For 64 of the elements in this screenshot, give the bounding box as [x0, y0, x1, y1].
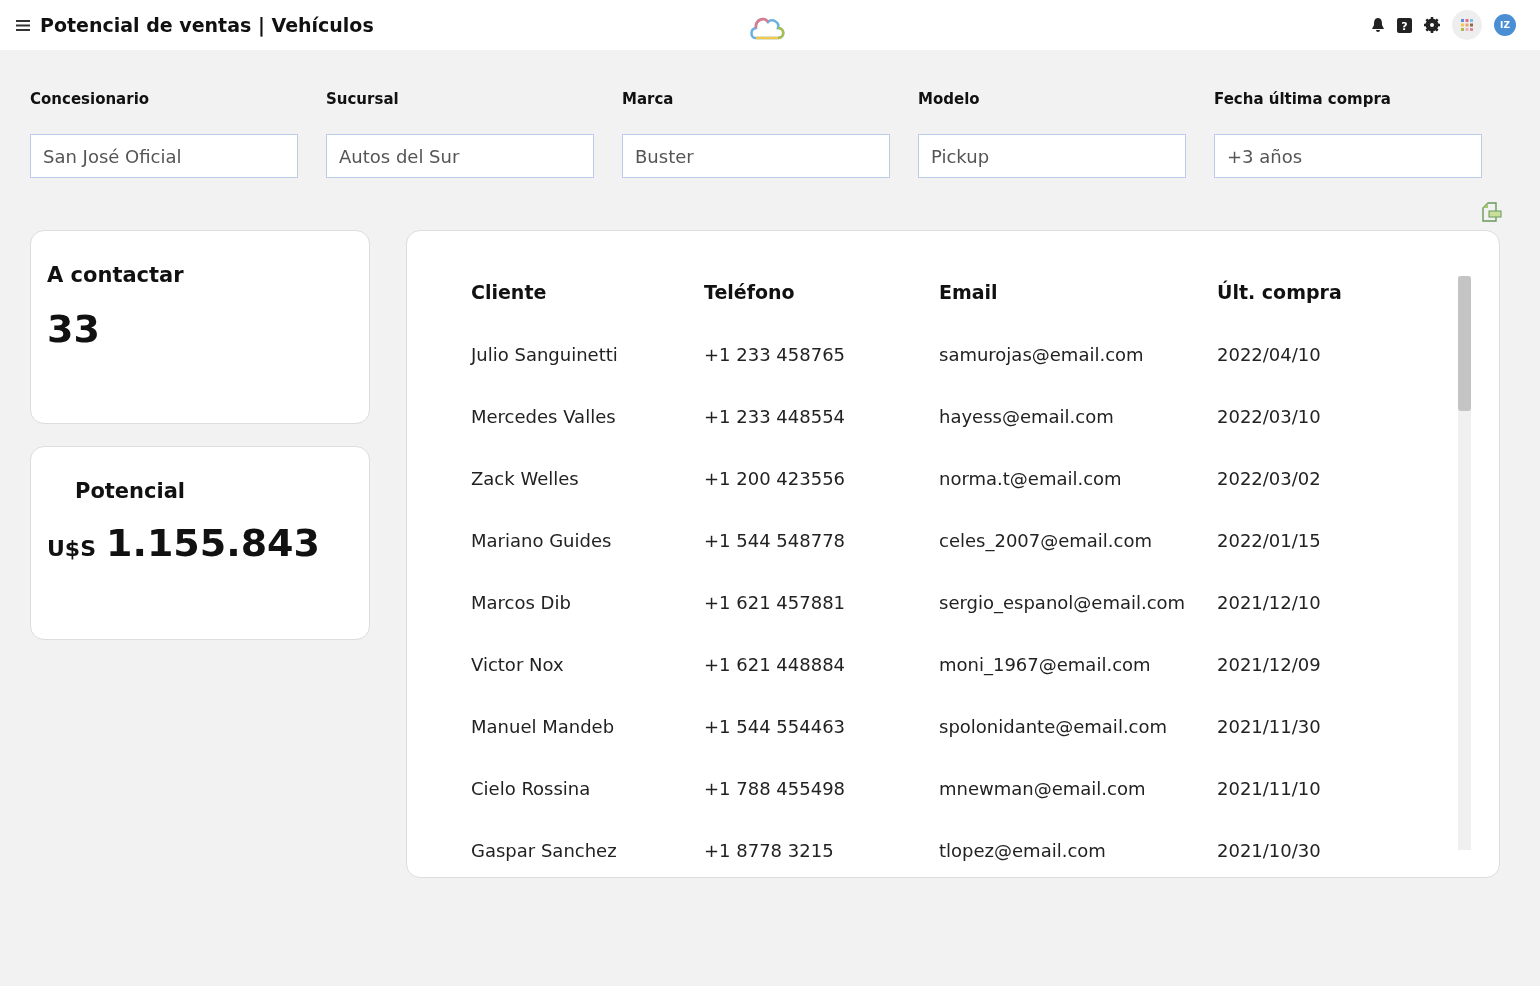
apps-grid-icon[interactable] — [1461, 19, 1473, 31]
page-title: Potencial de ventas | Vehículos — [40, 14, 374, 36]
filter-label: Concesionario — [30, 90, 151, 108]
table-cell-text: samurojas@email.com — [939, 343, 1145, 365]
column-header: Teléfono — [704, 281, 796, 303]
table-cell-text: hayess@email.com — [939, 405, 1115, 427]
table-cell-text: tlopez@email.com — [939, 839, 1107, 861]
card-value: 1.155.843 — [106, 521, 320, 565]
table-cell-text: +1 788 455498 — [704, 777, 847, 799]
filter-label: Fecha última compra — [1214, 90, 1392, 108]
table-cell-text: +1 233 448554 — [704, 405, 847, 427]
filter-label: Marca — [622, 90, 675, 108]
table-cell-text: 2022/03/10 — [1217, 405, 1322, 427]
table-cell-text: Mariano Guides — [471, 529, 613, 551]
table-cell-text: 2022/01/15 — [1217, 529, 1322, 551]
table-cell-text: Zack Welles — [471, 467, 580, 489]
filter-field[interactable]: +3 años — [1214, 134, 1482, 178]
card-title: A contactar — [47, 263, 184, 287]
filter-field[interactable]: Autos del Sur — [326, 134, 594, 178]
table-cell-text: Julio Sanguinetti — [471, 343, 619, 365]
table-cell-text: +1 8778 3215 — [704, 839, 835, 861]
table-cell-text: 2021/12/09 — [1217, 653, 1322, 675]
table-cell-text: Gaspar Sanchez — [471, 839, 618, 861]
table-cell-text: +1 544 548778 — [704, 529, 847, 551]
scrollbar[interactable] — [1458, 276, 1471, 850]
spreadsheet-export-icon[interactable] — [1482, 202, 1502, 222]
column-header: Cliente — [471, 281, 548, 303]
table-cell-text: +1 544 554463 — [704, 715, 847, 737]
currency-label: U$S — [47, 536, 97, 561]
table-cell-text: 2021/12/10 — [1217, 591, 1322, 613]
filter-field[interactable]: San José Oficial — [30, 134, 298, 178]
filter-field[interactable]: Pickup — [918, 134, 1186, 178]
apps-button[interactable] — [1452, 10, 1482, 40]
table-cell-text: sergio_espanol@email.com — [939, 591, 1187, 613]
table-cell-text: mnewman@email.com — [939, 777, 1147, 799]
table-cell-text: +1 200 423556 — [704, 467, 847, 489]
filter-label: Sucursal — [326, 90, 400, 108]
help-icon[interactable]: ? — [1397, 17, 1412, 33]
card-title: Potencial — [75, 479, 186, 503]
table-cell-text: +1 233 458765 — [704, 343, 847, 365]
table-cell-text: 2021/11/30 — [1217, 715, 1322, 737]
table-cell-text: 2022/04/10 — [1217, 343, 1322, 365]
notification-bell-icon[interactable] — [1371, 17, 1385, 33]
table-cell-text: norma.t@email.com — [939, 467, 1123, 489]
table-cell-text: celes_2007@email.com — [939, 529, 1154, 551]
column-header: Últ. compra — [1217, 281, 1343, 303]
column-header: Email — [939, 281, 999, 303]
table-cell-text: 2021/11/10 — [1217, 777, 1322, 799]
card-value: 33 — [47, 307, 101, 351]
table-cell-text: spolonidante@email.com — [939, 715, 1169, 737]
table-cell-text: 2022/03/02 — [1217, 467, 1322, 489]
table-cell-text: Cielo Rossina — [471, 777, 592, 799]
table-cell-text: Mercedes Valles — [471, 405, 617, 427]
table-cell-text: Manuel Mandeb — [471, 715, 616, 737]
table-cell-text: Victor Nox — [471, 653, 565, 675]
table-cell-text: +1 621 448884 — [704, 653, 847, 675]
table-cell-text: +1 621 457881 — [704, 591, 847, 613]
table-cell-text: 2021/10/30 — [1217, 839, 1322, 861]
table-cell-text: moni_1967@email.com — [939, 653, 1152, 675]
table-cell-text: Marcos Dib — [471, 591, 572, 613]
filter-field[interactable]: Buster — [622, 134, 890, 178]
filter-label: Modelo — [918, 90, 981, 108]
settings-icon[interactable] — [1424, 17, 1440, 33]
menu-icon[interactable] — [16, 19, 30, 31]
